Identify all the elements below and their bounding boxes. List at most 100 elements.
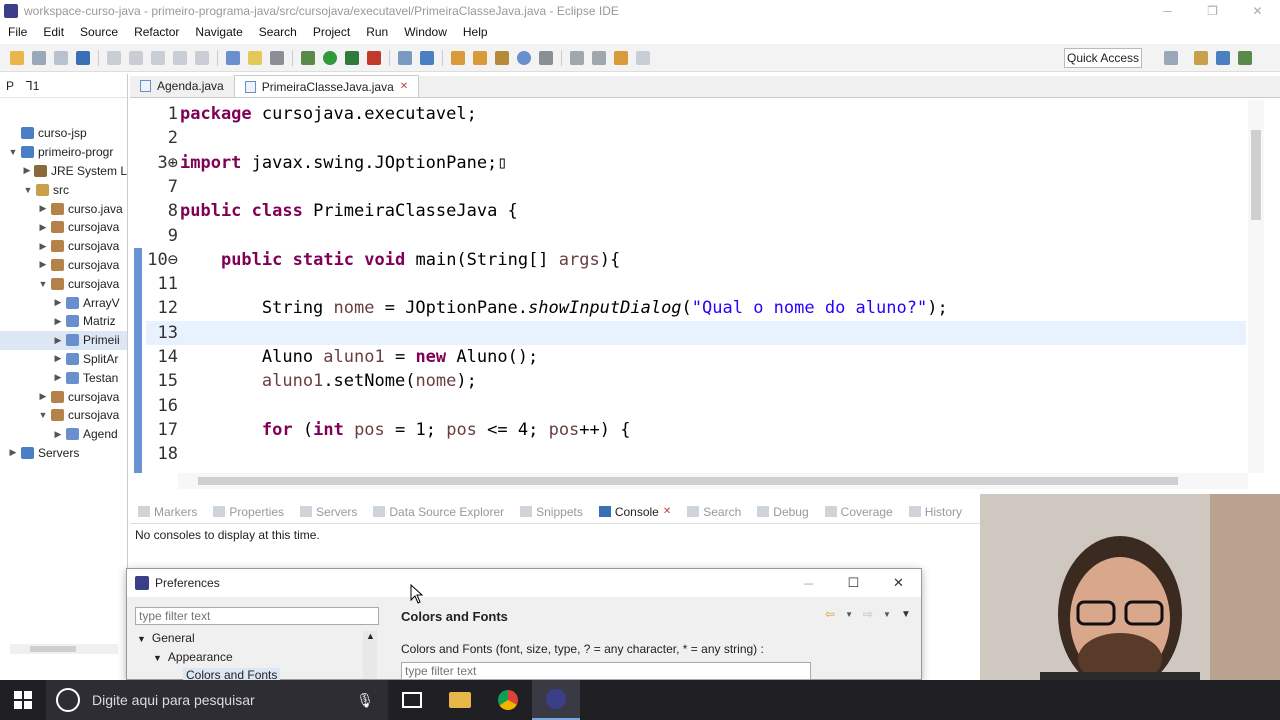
tree-item[interactable]: ▶ cursojava — [0, 218, 127, 237]
tab-servers[interactable]: Servers — [292, 505, 365, 519]
tab-agenda-java[interactable]: Agenda.java — [130, 75, 234, 97]
suspend-icon[interactable] — [151, 50, 165, 65]
preferences-filter-input[interactable] — [135, 607, 379, 625]
tab-type-hierarchy[interactable]: ⅂1 — [20, 79, 45, 93]
tree-item[interactable]: ▼ src — [0, 180, 127, 199]
menu-help[interactable]: Help — [455, 25, 496, 39]
code-line[interactable]: 2 — [146, 126, 1246, 150]
terminate-icon[interactable] — [173, 50, 187, 65]
tab-primeira-classe-java[interactable]: PrimeiraClasseJava.java ✕ — [233, 75, 420, 97]
tree-item[interactable]: ▶ JRE System L — [0, 162, 127, 181]
tab-history[interactable]: History — [901, 505, 970, 519]
code-line[interactable]: 10⊖ public static void main(String[] arg… — [146, 248, 1246, 272]
view-menu-icon[interactable]: ▼ — [901, 607, 911, 623]
code-line[interactable]: 12 String nome = JOptionPane.showInputDi… — [146, 296, 1246, 320]
tree-item[interactable]: ▶ curso.java — [0, 199, 127, 218]
previous-annotation-icon[interactable] — [592, 50, 606, 65]
pref-tree-appearance[interactable]: ▼ Appearance — [153, 650, 233, 664]
debug-icon[interactable] — [301, 50, 315, 65]
skip-breakpoints-icon[interactable] — [107, 50, 121, 65]
tab-data-source-explorer[interactable]: Data Source Explorer — [365, 505, 512, 519]
chrome-icon[interactable] — [484, 680, 532, 720]
tree-item[interactable]: ▶ cursojava — [0, 387, 127, 406]
external-tools-icon[interactable] — [367, 50, 381, 65]
tree-item[interactable]: ▼ primeiro-progr — [0, 143, 127, 162]
expand-toggle-icon[interactable]: ▼ — [38, 410, 48, 420]
run-icon[interactable] — [323, 50, 337, 65]
code-line[interactable]: 11 — [146, 272, 1246, 296]
start-button[interactable] — [0, 680, 46, 720]
file-explorer-icon[interactable] — [436, 680, 484, 720]
forward-arrow-icon[interactable]: ⇨ — [863, 607, 873, 623]
expand-toggle-icon[interactable]: ▶ — [23, 165, 31, 176]
expand-toggle-icon[interactable]: ▶ — [38, 391, 48, 402]
chevron-down-icon[interactable]: ▼ — [883, 607, 891, 623]
editor-vertical-scrollbar[interactable] — [1248, 100, 1264, 473]
tree-item[interactable]: ▶ Matriz — [0, 312, 127, 331]
expand-toggle-icon[interactable]: ▶ — [8, 447, 18, 458]
tree-item[interactable]: ▶ Testan — [0, 368, 127, 387]
code-line[interactable]: 16 — [146, 394, 1246, 418]
forward-icon[interactable] — [636, 50, 650, 65]
menu-source[interactable]: Source — [72, 25, 126, 39]
open-perspective-icon[interactable] — [1164, 51, 1178, 65]
menu-navigate[interactable]: Navigate — [187, 25, 250, 39]
new-server-icon[interactable] — [398, 50, 412, 65]
expand-icon[interactable]: ▼ — [153, 653, 162, 663]
code-line[interactable]: 9 — [146, 224, 1246, 248]
expand-toggle-icon[interactable]: ▶ — [38, 203, 48, 214]
save-icon[interactable] — [32, 50, 46, 65]
tab-snippets[interactable]: Snippets — [512, 505, 591, 519]
dialog-maximize-button[interactable]: ☐ — [831, 569, 876, 597]
expand-toggle-icon[interactable]: ▶ — [53, 372, 63, 383]
debug-perspective-icon[interactable] — [1238, 51, 1252, 65]
minimize-button[interactable]: ─ — [1145, 0, 1190, 22]
coverage-icon[interactable] — [345, 50, 359, 65]
menu-refactor[interactable]: Refactor — [126, 25, 187, 39]
expand-toggle-icon[interactable]: ▶ — [53, 335, 63, 346]
expand-toggle-icon[interactable]: ▶ — [38, 222, 48, 233]
expand-toggle-icon[interactable]: ▼ — [23, 185, 33, 195]
menu-run[interactable]: Run — [358, 25, 396, 39]
tab-search[interactable]: Search — [679, 505, 749, 519]
quick-access-field[interactable]: Quick Access — [1064, 48, 1142, 68]
colors-fonts-filter-input[interactable] — [401, 662, 811, 680]
resume-icon[interactable] — [129, 50, 143, 65]
tree-item[interactable]: curso-jsp — [0, 124, 127, 143]
expand-toggle-icon[interactable]: ▶ — [53, 297, 63, 308]
restore-button[interactable]: ❐ — [1190, 0, 1235, 22]
code-line[interactable]: 14 Aluno aluno1 = new Aluno(); — [146, 345, 1246, 369]
code-line[interactable]: 3⊕ import javax.swing.JOptionPane;▯ — [146, 151, 1246, 175]
globe-icon[interactable] — [517, 50, 531, 65]
menu-window[interactable]: Window — [396, 25, 455, 39]
chevron-down-icon[interactable]: ▼ — [845, 607, 853, 623]
open-task-icon[interactable] — [473, 50, 487, 65]
tab-coverage[interactable]: Coverage — [817, 505, 901, 519]
tab-debug[interactable]: Debug — [749, 505, 816, 519]
editor-horizontal-scrollbar[interactable] — [178, 473, 1248, 489]
open-folder-icon[interactable] — [451, 50, 465, 65]
back-icon[interactable] — [614, 50, 628, 65]
expand-toggle-icon[interactable]: ▶ — [38, 259, 48, 270]
code-line[interactable]: 7 — [146, 175, 1246, 199]
highlight-icon[interactable] — [248, 50, 262, 65]
taskbar-search[interactable]: Digite aqui para pesquisar 🎙 — [46, 680, 388, 720]
tree-item[interactable]: ▶ Primeii — [0, 330, 127, 350]
tab-markers[interactable]: Markers — [130, 505, 205, 519]
menu-project[interactable]: Project — [305, 25, 358, 39]
new-class-icon[interactable] — [420, 50, 434, 65]
tree-item[interactable]: ▶ ArrayV — [0, 293, 127, 312]
code-line[interactable]: 1 package cursojava.executavel; — [146, 102, 1246, 126]
search-icon[interactable] — [539, 50, 553, 65]
expand-toggle-icon[interactable]: ▼ — [38, 279, 48, 289]
tree-item[interactable]: ▶ Agend — [0, 425, 127, 444]
tree-item[interactable]: ▶ SplitAr — [0, 350, 127, 369]
save-all-icon[interactable] — [54, 50, 68, 65]
expand-toggle-icon[interactable]: ▶ — [38, 241, 48, 252]
close-tab-icon[interactable]: ✕ — [400, 81, 408, 92]
microphone-icon[interactable]: 🎙 — [356, 692, 374, 709]
new-icon[interactable] — [10, 50, 24, 65]
tree-item[interactable]: ▶ cursojava — [0, 256, 127, 275]
code-editor[interactable]: 1 package cursojava.executavel; 2 3⊕ import … — [130, 100, 1248, 473]
tree-item[interactable]: ▼ cursojava — [0, 274, 127, 293]
